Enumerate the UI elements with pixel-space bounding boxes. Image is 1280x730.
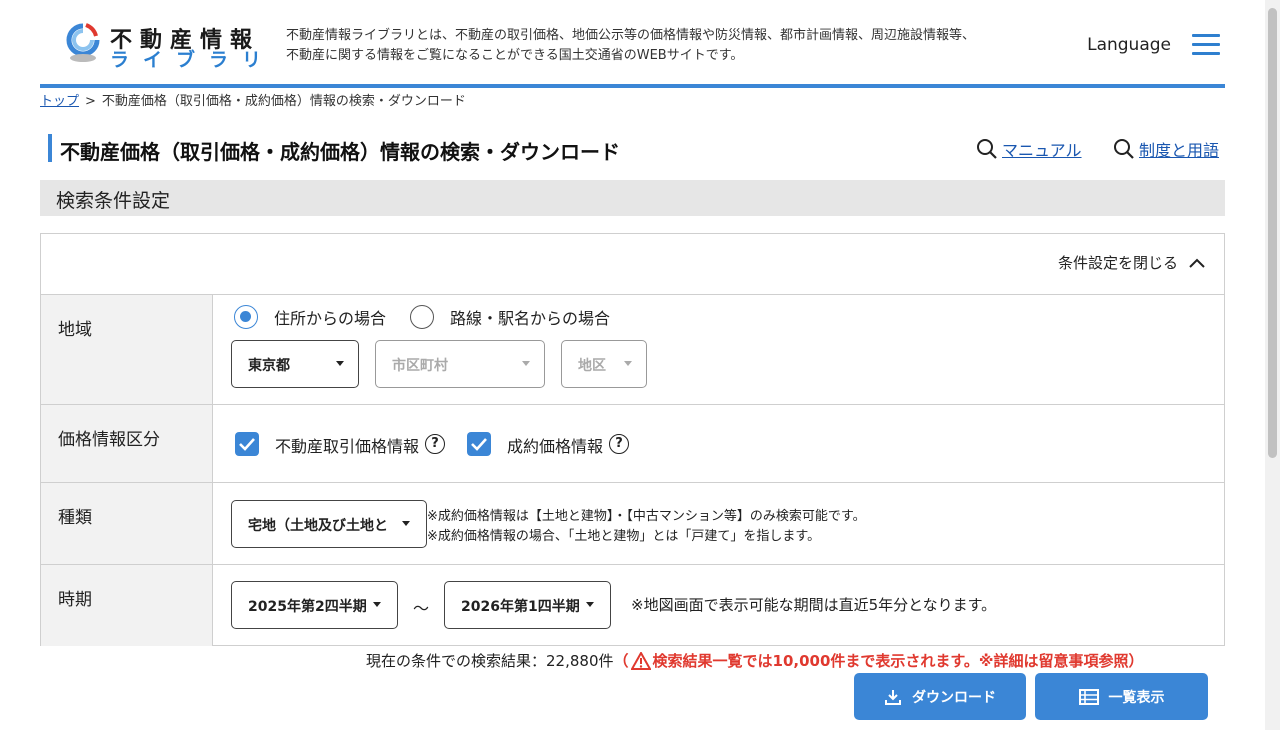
checkbox-transaction[interactable] [235, 432, 259, 456]
result-prefix: 現在の条件での検索結果： [366, 652, 547, 670]
search-result-summary: 現在の条件での検索結果： 22,880件 （ 検索結果一覧では10,000件まで… [366, 650, 1144, 671]
checkbox-contract[interactable] [467, 432, 491, 456]
region-radio-group: 住所からの場合 路線・駅名からの場合 [234, 305, 634, 329]
warning-icon [630, 651, 651, 670]
kind-note-1: ※成約価格情報は【土地と建物】・【中古マンション等】のみ検索可能です。 [427, 509, 866, 524]
period-to-value: 2026年第1四半期 [461, 599, 580, 615]
breadcrumb: トップ > 不動産価格（取引価格・成約価格）情報の検索・ダウンロード [40, 90, 466, 109]
page-scrollbar[interactable] [1265, 0, 1280, 730]
caret-down-icon [373, 602, 381, 607]
period-from-select[interactable]: 2025年第2四半期 [231, 581, 398, 629]
close-conditions-toggle[interactable]: 条件設定を閉じる [1058, 252, 1206, 273]
search-conditions-heading: 検索条件設定 [40, 180, 1225, 216]
price-type-label: 価格情報区分 [41, 405, 213, 482]
period-label: 時期 [41, 565, 213, 646]
breadcrumb-separator: > [85, 94, 96, 109]
language-selector[interactable]: Language [1087, 35, 1171, 55]
region-body: 住所からの場合 路線・駅名からの場合 東京都 市区町村 地区 [214, 295, 1224, 404]
terms-link[interactable]: 制度と用語 [1113, 137, 1219, 161]
period-from-value: 2025年第2四半期 [248, 599, 367, 615]
kind-row: 種類 宅地（土地及び土地と ※成約価格情報は【土地と建物】・【中古マンション等】… [41, 483, 1224, 565]
region-label: 地域 [41, 295, 213, 404]
kind-select[interactable]: 宅地（土地及び土地と [231, 500, 427, 548]
radio-address-label[interactable]: 住所からの場合 [274, 305, 386, 329]
manual-link-label[interactable]: マニュアル [1002, 137, 1082, 161]
result-warning: （ 検索結果一覧では10,000件まで表示されます。※詳細は留意事項参照） [614, 650, 1144, 671]
page: 不動産情報 ライブラリ 不動産情報ライブラリとは、不動産の取引価格、地価公示等の… [0, 0, 1280, 730]
caret-down-icon [586, 602, 594, 607]
scrollbar-thumb[interactable] [1268, 8, 1277, 458]
kind-note-2: ※成約価格情報の場合、「土地と建物」とは「戸建て」を指します。 [427, 529, 821, 544]
prefecture-value: 東京都 [248, 358, 290, 374]
page-title: 不動産価格（取引価格・成約価格）情報の検索・ダウンロード [60, 140, 620, 164]
hamburger-menu-icon[interactable] [1192, 34, 1220, 56]
price-type-row: 価格情報区分 不動産取引価格情報 ? 成約価格情報 ? [41, 405, 1224, 483]
checkbox-contract-label[interactable]: 成約価格情報 [507, 433, 603, 457]
site-description: 不動産情報ライブラリとは、不動産の取引価格、地価公示等の価格情報や防災情報、都市… [286, 28, 976, 63]
checkbox-transaction-label[interactable]: 不動産取引価格情報 [275, 433, 419, 457]
search-conditions-panel: 条件設定を閉じる 地域 住所からの場合 路線・駅名からの場合 東京都 市区町村 … [40, 233, 1225, 646]
prefecture-select[interactable]: 東京都 [231, 340, 359, 388]
radio-station[interactable] [410, 305, 435, 329]
district-placeholder: 地区 [578, 358, 606, 374]
checkmark-icon [239, 438, 255, 451]
header-accent-bar [40, 84, 1225, 88]
download-icon [885, 689, 901, 705]
list-table-icon [1078, 688, 1099, 705]
period-to-select[interactable]: 2026年第1四半期 [444, 581, 611, 629]
download-button[interactable]: ダウンロード [854, 673, 1026, 720]
help-icon[interactable]: ? [425, 434, 445, 454]
caret-down-icon [402, 521, 410, 526]
period-note: ※地図画面で表示可能な期間は直近5年分となります。 [631, 596, 997, 614]
logo-subtitle: ライブラリ [110, 49, 276, 71]
search-icon [977, 139, 997, 159]
close-conditions-row: 条件設定を閉じる [41, 234, 1224, 295]
price-type-body: 不動産取引価格情報 ? 成約価格情報 ? [214, 405, 1224, 482]
district-select[interactable]: 地区 [561, 340, 647, 388]
site-header: 不動産情報 ライブラリ 不動産情報ライブラリとは、不動産の取引価格、地価公示等の… [40, 0, 1225, 85]
region-row: 地域 住所からの場合 路線・駅名からの場合 東京都 市区町村 地区 [41, 295, 1224, 405]
caret-down-icon [336, 361, 344, 366]
period-tilde: ～ [413, 599, 430, 618]
kind-label: 種類 [41, 483, 213, 564]
period-body: 2025年第2四半期 ～ 2026年第1四半期 ※地図画面で表示可能な期間は直近… [214, 565, 1224, 646]
radio-station-label[interactable]: 路線・駅名からの場合 [450, 305, 610, 329]
result-warning-text: 検索結果一覧では10,000件まで表示されます。※詳細は留意事項参照） [652, 652, 1144, 670]
caret-down-icon [624, 361, 632, 366]
result-count: 22,880件 [546, 652, 614, 670]
city-select[interactable]: 市区町村 [375, 340, 545, 388]
help-icon[interactable]: ? [609, 434, 629, 454]
checkmark-icon [471, 438, 487, 451]
list-view-button[interactable]: 一覧表示 [1035, 673, 1208, 720]
download-button-label: ダウンロード [912, 689, 996, 706]
kind-body: 宅地（土地及び土地と ※成約価格情報は【土地と建物】・【中古マンション等】のみ検… [214, 483, 1224, 564]
caret-down-icon [522, 361, 530, 366]
close-conditions-label: 条件設定を閉じる [1057, 254, 1178, 272]
search-icon [1114, 139, 1134, 159]
result-warning-open: （ [613, 652, 629, 670]
site-logo-icon[interactable] [64, 22, 102, 64]
breadcrumb-current: 不動産価格（取引価格・成約価格）情報の検索・ダウンロード [101, 94, 466, 109]
radio-address[interactable] [234, 305, 258, 329]
title-accent-bar [48, 134, 52, 162]
breadcrumb-home-link[interactable]: トップ [40, 94, 79, 109]
city-placeholder: 市区町村 [392, 358, 448, 374]
chevron-up-icon [1189, 258, 1205, 268]
period-row: 時期 2025年第2四半期 ～ 2026年第1四半期 ※地図画面で表示可能な期間… [41, 565, 1224, 646]
manual-link[interactable]: マニュアル [976, 137, 1082, 161]
kind-value: 宅地（土地及び土地と [248, 518, 388, 534]
list-view-button-label: 一覧表示 [1108, 689, 1165, 706]
terms-link-label[interactable]: 制度と用語 [1139, 137, 1219, 161]
